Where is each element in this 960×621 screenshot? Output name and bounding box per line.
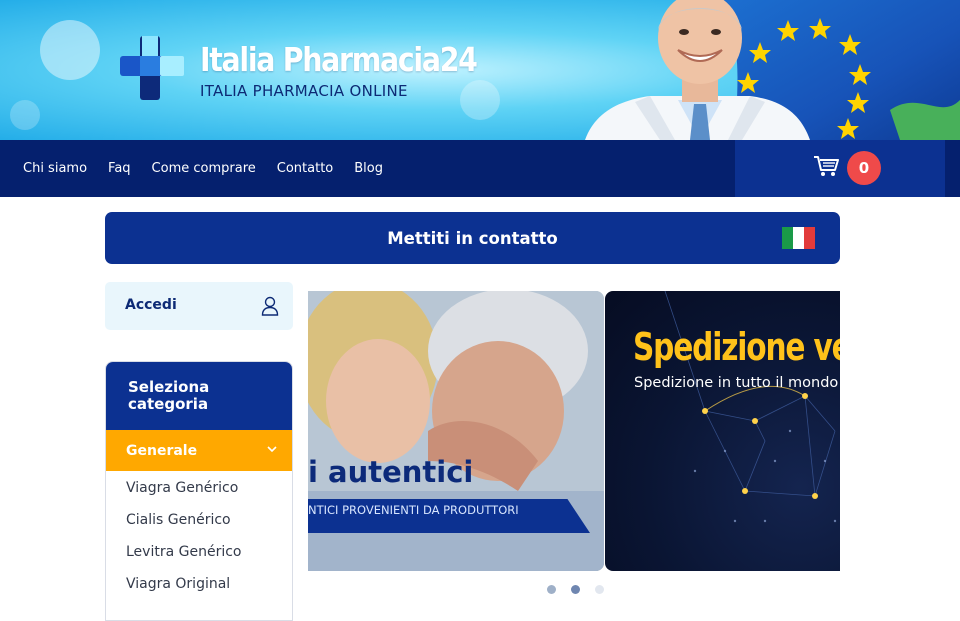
slide2-heading: Spedizione vel (633, 325, 840, 369)
category-list: Viagra Genérico Cialis Genérico Levitra … (106, 471, 292, 600)
category-item-viagra-original[interactable]: Viagra Original (106, 568, 292, 600)
carousel-dot-2[interactable] (571, 585, 580, 594)
brand-title[interactable]: Italia Pharmacia24 (200, 40, 478, 79)
nav-links: Chi siamo Faq Come comprare Contatto Blo… (23, 140, 404, 197)
category-menu: Seleziona categoria Generale Viagra Gené… (105, 361, 293, 621)
carousel-dot-3[interactable] (595, 585, 604, 594)
category-item-levitra-generico[interactable]: Levitra Genérico (106, 536, 292, 568)
doctor-photo (585, 0, 810, 140)
login-button[interactable]: Accedi (105, 282, 293, 330)
header-bokeh (460, 80, 500, 120)
carousel-dots (547, 585, 619, 594)
header-bokeh (10, 100, 40, 130)
contact-button[interactable]: Mettiti in contatto (105, 212, 840, 264)
site-header: Italia Pharmacia24 ITALIA PHARMACIA ONLI… (0, 0, 960, 140)
slide1-heading: i autentici (308, 455, 474, 489)
category-item-cialis-generico[interactable]: Cialis Genérico (106, 504, 292, 536)
nav-link-contatto[interactable]: Contatto (277, 161, 333, 176)
promo-carousel[interactable]: i autentici NTICI PROVENIENTI DA PRODUTT… (308, 291, 840, 571)
category-generale[interactable]: Generale (106, 430, 292, 471)
cart-icon[interactable] (813, 154, 839, 178)
cart-count-badge[interactable]: 0 (847, 151, 881, 185)
medical-cross-logo-icon[interactable] (118, 34, 188, 102)
carousel-slide-shipping[interactable]: Spedizione vel Spedizione in tutto il mo… (605, 291, 840, 571)
login-label: Accedi (125, 297, 177, 313)
user-icon (261, 296, 279, 316)
main-navigation: Chi siamo Faq Come comprare Contatto Blo… (0, 140, 960, 197)
brand-subtitle: ITALIA PHARMACIA ONLINE (200, 82, 408, 100)
chevron-down-icon[interactable] (266, 443, 278, 455)
slide2-subtitle: Spedizione in tutto il mondo (634, 375, 839, 391)
nav-link-faq[interactable]: Faq (108, 161, 131, 176)
carousel-dot-1[interactable] (547, 585, 556, 594)
nav-link-blog[interactable]: Blog (354, 161, 383, 176)
cart-button[interactable]: 0 (735, 140, 945, 197)
carousel-slide-authentic[interactable]: i autentici NTICI PROVENIENTI DA PRODUTT… (308, 291, 604, 571)
category-item-viagra-generico[interactable]: Viagra Genérico (106, 472, 292, 504)
category-generale-label: Generale (126, 442, 198, 459)
contact-button-label: Mettiti in contatto (387, 228, 558, 248)
slide1-subtitle: NTICI PROVENIENTI DA PRODUTTORI (308, 503, 519, 517)
category-heading: Seleziona categoria (106, 362, 292, 430)
italy-flag-icon[interactable] (782, 227, 815, 249)
nav-link-come-comprare[interactable]: Come comprare (152, 161, 256, 176)
nav-link-chi-siamo[interactable]: Chi siamo (23, 161, 87, 176)
header-bokeh (40, 20, 100, 80)
